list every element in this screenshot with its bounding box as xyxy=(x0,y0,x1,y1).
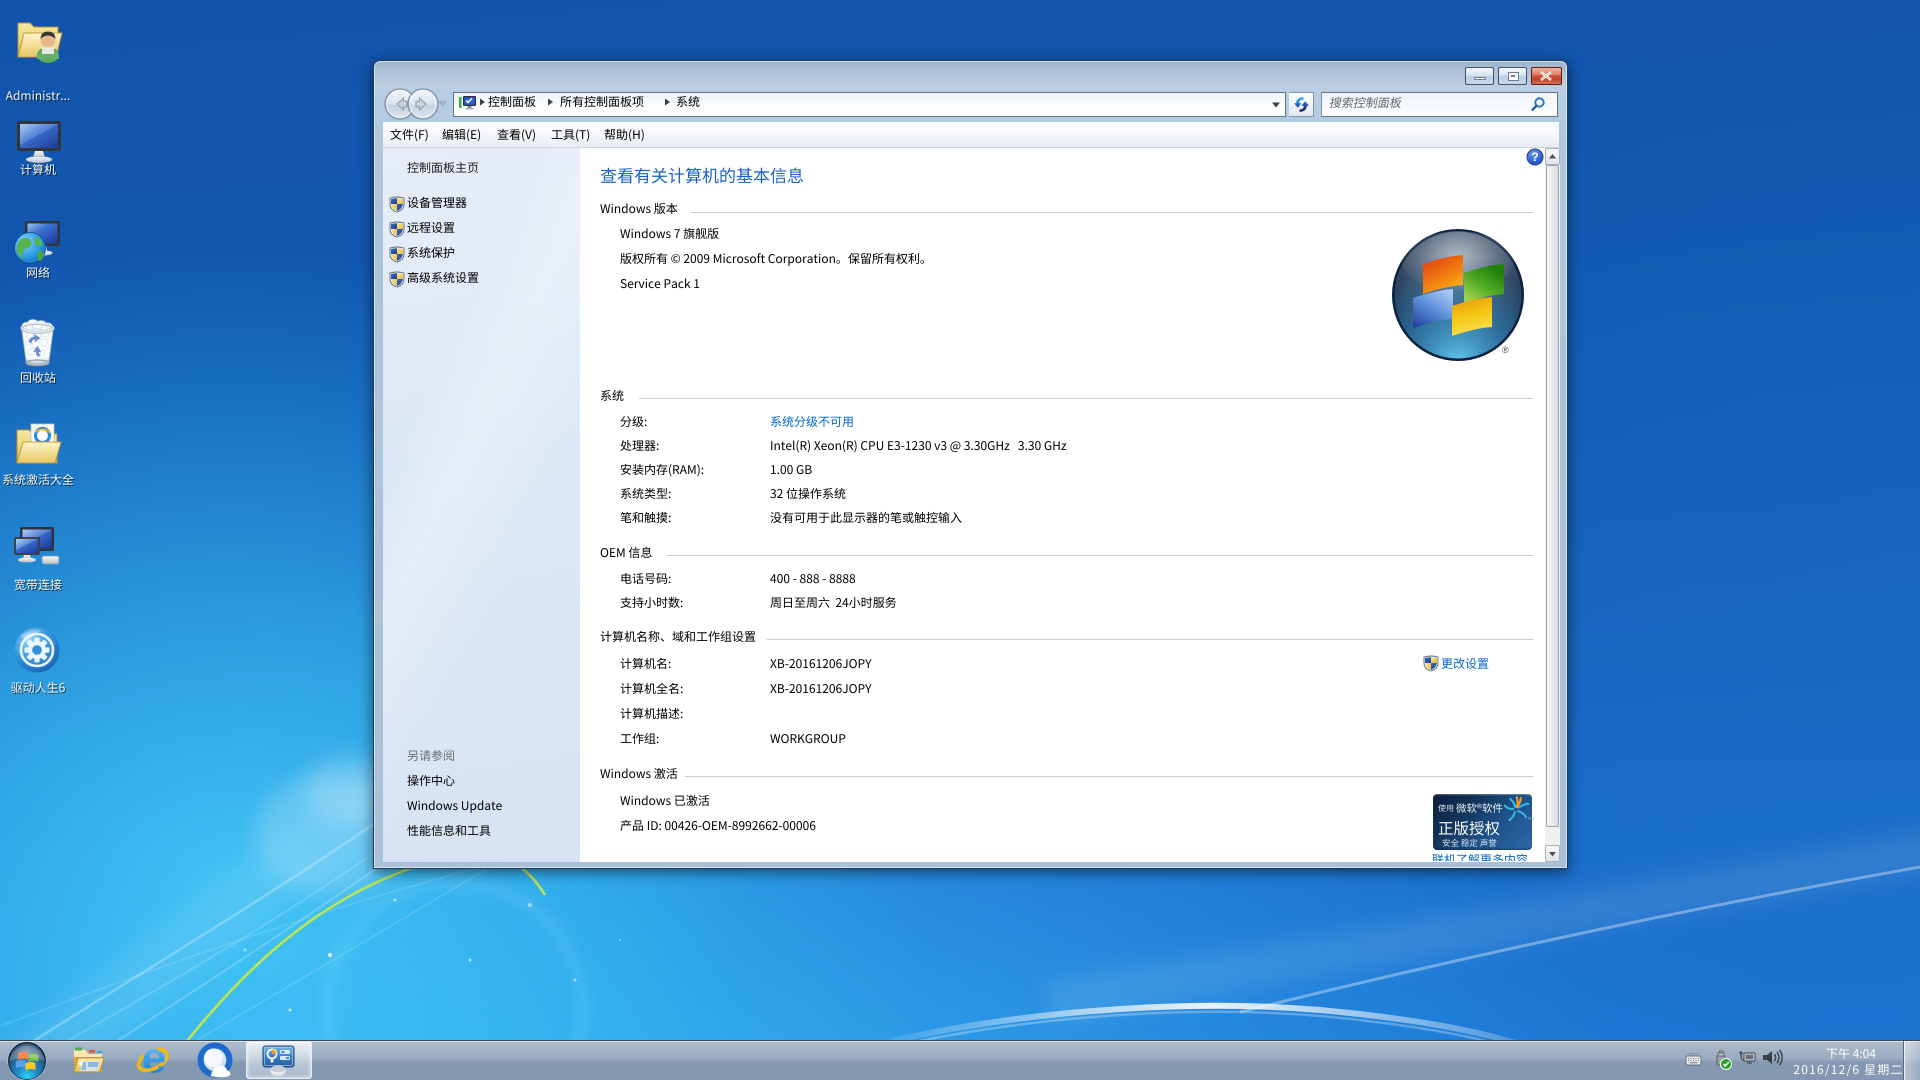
svg-text:TM: TM xyxy=(1528,816,1535,821)
svg-text:®: ® xyxy=(1502,345,1509,355)
svg-text:?: ? xyxy=(1531,150,1538,164)
svg-text:e: e xyxy=(142,1040,166,1080)
